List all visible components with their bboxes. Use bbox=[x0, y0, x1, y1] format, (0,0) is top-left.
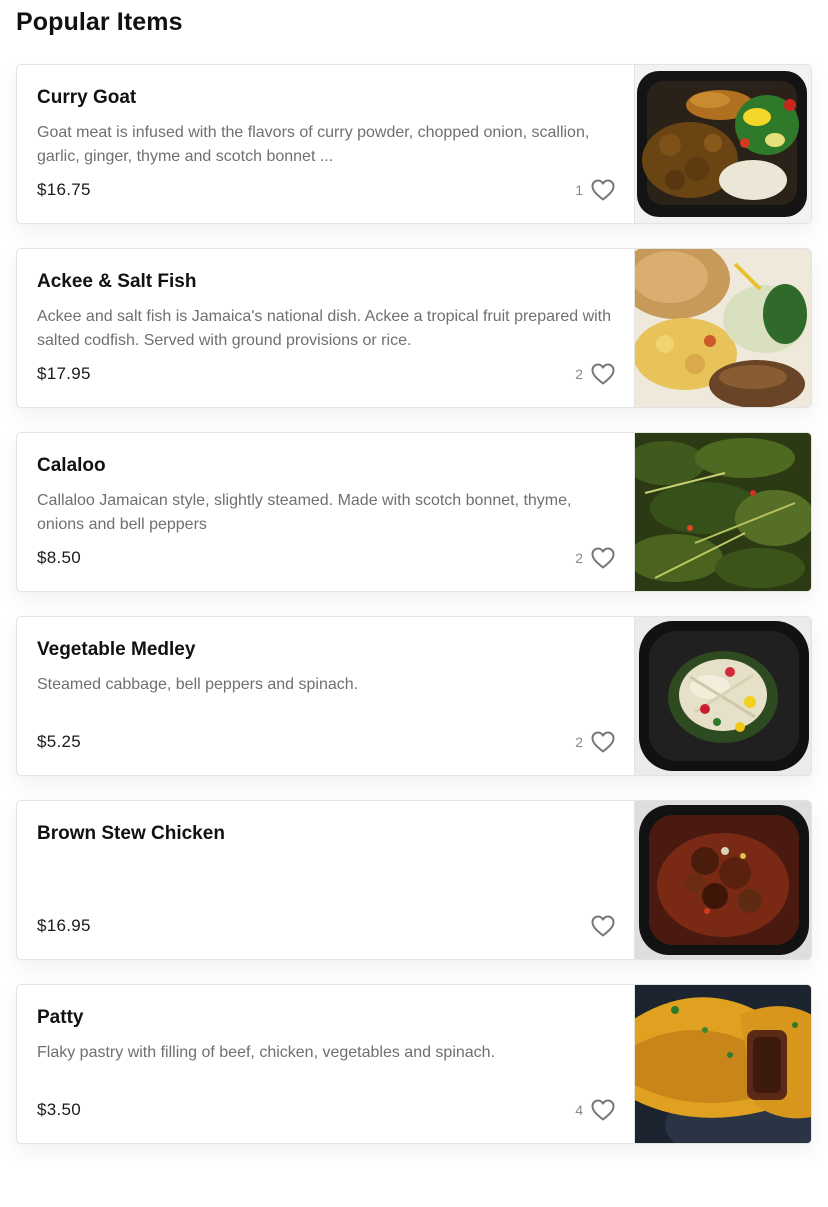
heart-icon bbox=[591, 363, 615, 385]
menu-item-info: Ackee & Salt Fish Ackee and salt fish is… bbox=[37, 249, 617, 407]
like-count: 2 bbox=[575, 366, 583, 382]
menu-item-card[interactable]: Vegetable Medley Steamed cabbage, bell p… bbox=[16, 616, 812, 776]
item-photo bbox=[634, 617, 811, 775]
item-price: $8.50 bbox=[37, 548, 82, 567]
menu-item-card[interactable]: Ackee & Salt Fish Ackee and salt fish is… bbox=[16, 248, 812, 408]
favorite-button[interactable]: 2 bbox=[575, 546, 615, 570]
item-price: $16.95 bbox=[37, 916, 91, 935]
item-photo bbox=[634, 433, 811, 591]
favorite-button[interactable]: 1 bbox=[575, 178, 615, 202]
like-count: 2 bbox=[575, 550, 583, 566]
item-name: Calaloo bbox=[37, 455, 106, 476]
item-name: Curry Goat bbox=[37, 87, 137, 108]
item-description: Steamed cabbage, bell peppers and spinac… bbox=[37, 676, 359, 693]
favorite-button[interactable]: 2 bbox=[575, 730, 615, 754]
menu-item-card[interactable]: Patty Flaky pastry with filling of beef,… bbox=[16, 984, 812, 1144]
like-count: 4 bbox=[575, 1102, 583, 1118]
favorite-button[interactable]: 2 bbox=[575, 362, 615, 386]
menu-item-card[interactable]: Brown Stew Chicken $16.95 bbox=[16, 800, 812, 960]
menu-item-list: Curry Goat Goat meat is infused with the… bbox=[16, 64, 812, 1168]
heart-icon bbox=[591, 547, 615, 569]
menu-item-card[interactable]: Calaloo Callaloo Jamaican style, slightl… bbox=[16, 432, 812, 592]
item-price: $17.95 bbox=[37, 364, 91, 383]
menu-item-info: Patty Flaky pastry with filling of beef,… bbox=[37, 985, 617, 1143]
item-description: Flaky pastry with filling of beef, chick… bbox=[37, 1044, 496, 1061]
item-description: Callaloo Jamaican style, slightly steame… bbox=[37, 492, 572, 533]
section-title: Popular Items bbox=[16, 8, 183, 36]
item-price: $16.75 bbox=[37, 180, 91, 199]
menu-item-card[interactable]: Curry Goat Goat meat is infused with the… bbox=[16, 64, 812, 224]
item-price: $3.50 bbox=[37, 1100, 82, 1119]
item-price: $5.25 bbox=[37, 732, 82, 751]
heart-icon bbox=[591, 179, 615, 201]
menu-item-info: Curry Goat Goat meat is infused with the… bbox=[37, 65, 617, 223]
item-description: Ackee and salt fish is Jamaica's nationa… bbox=[37, 308, 612, 349]
menu-item-info: Vegetable Medley Steamed cabbage, bell p… bbox=[37, 617, 617, 775]
item-name: Patty bbox=[37, 1007, 84, 1028]
item-photo bbox=[634, 985, 811, 1143]
menu-item-info: Brown Stew Chicken $16.95 bbox=[37, 801, 617, 959]
favorite-button[interactable]: 4 bbox=[575, 1098, 615, 1122]
like-count: 2 bbox=[575, 734, 583, 750]
item-photo bbox=[634, 249, 811, 407]
item-name: Ackee & Salt Fish bbox=[37, 271, 197, 292]
item-description: Goat meat is infused with the flavors of… bbox=[37, 124, 590, 165]
item-photo bbox=[634, 801, 811, 959]
item-name: Vegetable Medley bbox=[37, 639, 196, 660]
item-name: Brown Stew Chicken bbox=[37, 823, 225, 844]
like-count: 1 bbox=[575, 182, 583, 198]
heart-icon bbox=[591, 1099, 615, 1121]
heart-icon bbox=[591, 731, 615, 753]
popular-items-page: Popular Items Curry Goat Goat meat is in… bbox=[0, 0, 828, 1207]
heart-icon bbox=[591, 915, 615, 937]
menu-item-info: Calaloo Callaloo Jamaican style, slightl… bbox=[37, 433, 617, 591]
item-photo bbox=[634, 65, 811, 223]
favorite-button[interactable] bbox=[583, 914, 615, 938]
